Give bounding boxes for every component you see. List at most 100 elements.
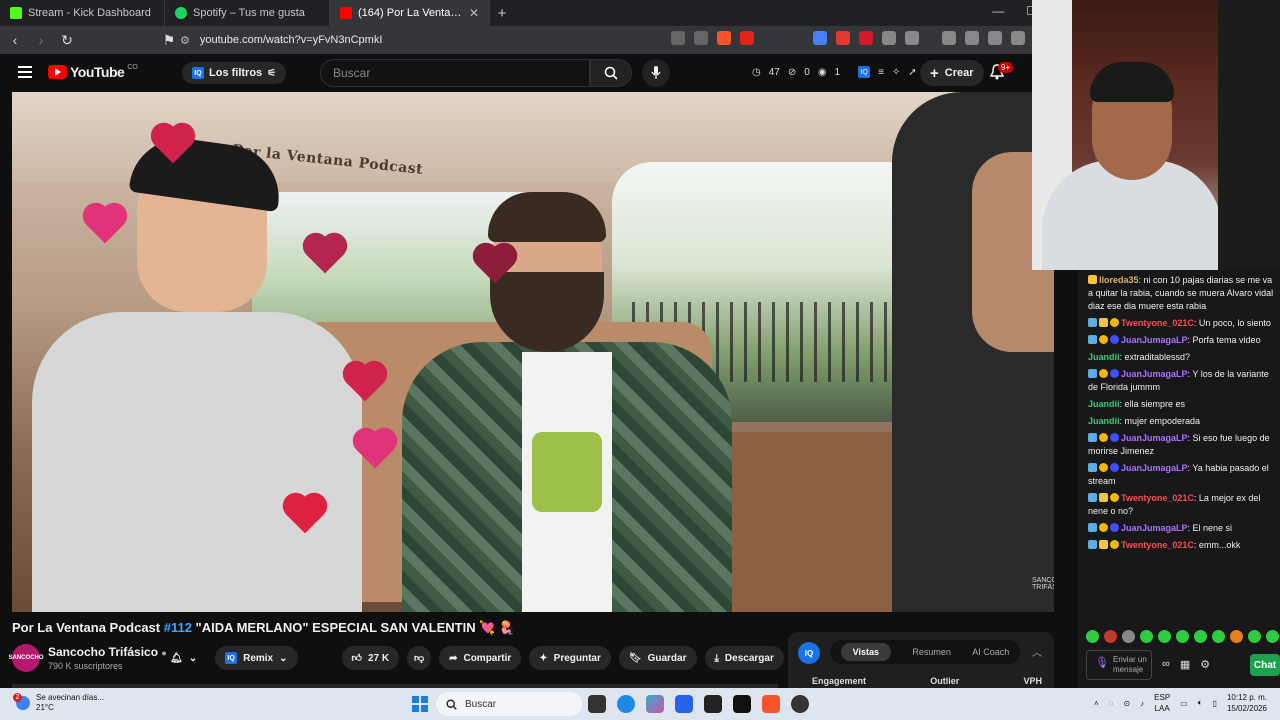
channel-name[interactable]: Sancocho Trifásico ● (48, 645, 167, 659)
chat-send-button[interactable]: Chat (1250, 654, 1280, 676)
emote-icon[interactable] (1194, 630, 1207, 643)
wifi-icon[interactable]: ◌ (1109, 699, 1114, 708)
mic-icon[interactable]: 🎙︎ (1095, 658, 1109, 669)
chat-username[interactable]: JuanJumagaLP (1121, 523, 1188, 533)
ask-button[interactable]: ✦ Preguntar (529, 646, 611, 670)
tab-vistas[interactable]: Vistas (840, 643, 892, 661)
emote-icon[interactable] (1104, 630, 1117, 643)
dislike-button[interactable]: 👎︎ (407, 646, 432, 670)
mic-icon[interactable]: ♪ (1140, 699, 1144, 708)
list-icon[interactable]: ≡ (878, 67, 884, 78)
chat-username[interactable]: JuanJumagaLP (1121, 369, 1188, 379)
site-info-icon[interactable]: ⚙ (180, 34, 190, 47)
voice-search-button[interactable] (642, 59, 670, 87)
edge-icon[interactable] (617, 695, 635, 713)
chat-username[interactable]: Twentyone_021C (1121, 540, 1194, 550)
infinity-icon[interactable]: ∞ (1162, 658, 1170, 671)
weather-widget[interactable]: 2 Se avecinan días... 21°C (13, 693, 104, 713)
share-icon[interactable] (694, 31, 708, 45)
brave-icon[interactable] (762, 695, 780, 713)
download-button[interactable]: ⤓ Descargar (704, 646, 784, 670)
chat-username[interactable]: Juandii (1088, 399, 1120, 409)
clock[interactable]: 10:12 p. m. 15/02/2026 (1227, 692, 1267, 714)
music-icon[interactable] (942, 31, 956, 45)
reload-icon[interactable]: ↻ (60, 32, 74, 49)
chat-username[interactable]: Juandii (1088, 416, 1120, 426)
chat-username[interactable]: Juandii (1088, 352, 1120, 362)
chat-input[interactable]: 🎙︎ Enviar un mensaje (1086, 650, 1152, 680)
chevron-up-icon[interactable]: ˄ (1094, 699, 1099, 708)
store-icon[interactable]: ▦ (1180, 658, 1190, 671)
chat-username[interactable]: lloreda35 (1099, 275, 1139, 285)
emote-icon[interactable] (1230, 630, 1243, 643)
chat-username[interactable]: Twentyone_021C (1121, 493, 1194, 503)
emote-icon[interactable] (1122, 630, 1135, 643)
obs-icon[interactable] (791, 695, 809, 713)
wallet-icon[interactable] (988, 31, 1002, 45)
subscribed-bell-button[interactable]: 🔔︎ ⌄ (160, 646, 207, 670)
settings-icon[interactable]: ⚙ (1200, 658, 1210, 671)
brave-shield-icon[interactable] (717, 31, 731, 45)
page-scrollbar[interactable] (1054, 270, 1078, 688)
youtube-logo[interactable]: YouTube CO (48, 64, 138, 80)
puzzle-icon[interactable] (882, 31, 896, 45)
chat-username[interactable]: JuanJumagaLP (1121, 433, 1188, 443)
terminal-icon[interactable] (704, 695, 722, 713)
tab-search-icon[interactable] (905, 31, 919, 45)
tab-resumen[interactable]: Resumen (912, 647, 951, 657)
tab-youtube[interactable]: (164) Por La Ventana Podcast ✕ (330, 0, 490, 26)
bulb-icon[interactable]: ✧ (892, 67, 900, 78)
display-icon[interactable]: ▭ (1180, 699, 1188, 708)
taskbar-search[interactable]: Buscar (436, 692, 582, 716)
chat-username[interactable]: Twentyone_021C (1121, 318, 1194, 328)
video-player[interactable]: Por la Ventana Podcast SANCOCHO TRIFÁSIC… (12, 92, 1054, 612)
remix-button[interactable]: IQ Remix ⌄ (215, 646, 298, 670)
minimize-icon[interactable]: — (992, 4, 1004, 18)
forward-icon[interactable]: › (34, 32, 48, 48)
emote-icon[interactable] (1212, 630, 1225, 643)
title-hashtag[interactable]: #112 (164, 620, 192, 635)
create-button[interactable]: + Crear (920, 60, 984, 86)
emote-icon[interactable] (1158, 630, 1171, 643)
file-explorer-icon[interactable] (588, 695, 606, 713)
emote-icon[interactable] (1140, 630, 1153, 643)
tab-kick[interactable]: Stream - Kick Dashboard (0, 0, 165, 26)
channel-avatar[interactable]: SANCOCHO (9, 644, 44, 672)
emote-icon[interactable] (1176, 630, 1189, 643)
filters-button[interactable]: IQ Los filtros ⚟ (182, 62, 287, 84)
brave-rewards-icon[interactable] (740, 31, 754, 45)
tab-ai-coach[interactable]: AI Coach (972, 647, 1009, 657)
extension-m-icon[interactable] (859, 31, 873, 45)
start-button[interactable] (412, 696, 428, 712)
search-input[interactable]: Buscar (320, 59, 590, 87)
speaker-icon[interactable]: 🔈︎ (1198, 698, 1203, 708)
search-button[interactable] (590, 59, 632, 87)
chevron-up-icon[interactable]: ︿ (1032, 644, 1042, 659)
rocket-icon[interactable]: ➚ (908, 67, 916, 78)
emote-icon[interactable] (1248, 630, 1261, 643)
chat-username[interactable]: JuanJumagaLP (1121, 335, 1188, 345)
language-indicator[interactable]: ESP LAA (1154, 692, 1170, 714)
iq-icon[interactable]: IQ (858, 66, 871, 78)
tab-spotify[interactable]: Spotify – Tus me gusta (165, 0, 330, 26)
sidebar-icon[interactable] (965, 31, 979, 45)
like-button[interactable]: 👍︎ 27 K (341, 646, 400, 670)
store-icon[interactable] (675, 695, 693, 713)
save-button[interactable]: 🔖︎ Guardar (618, 646, 697, 670)
emote-icon[interactable] (1086, 630, 1099, 643)
menu-icon[interactable] (18, 66, 32, 78)
install-icon[interactable] (671, 31, 685, 45)
leo-icon[interactable] (1011, 31, 1025, 45)
emote-icon[interactable] (1266, 630, 1279, 643)
translate-icon[interactable] (813, 31, 827, 45)
bookmark-icon[interactable]: ⚑ (162, 32, 176, 49)
battery-icon[interactable]: ▯ (1213, 699, 1217, 708)
extension-red-icon[interactable] (836, 31, 850, 45)
volume-icon[interactable]: ⊙ (1123, 699, 1130, 708)
chat-username[interactable]: JuanJumagaLP (1121, 463, 1188, 473)
copilot-icon[interactable] (646, 695, 664, 713)
new-tab-button[interactable]: + (490, 5, 514, 22)
app-icon[interactable] (733, 695, 751, 713)
close-tab-icon[interactable]: ✕ (469, 6, 479, 20)
share-button[interactable]: ➦ Compartir (439, 646, 522, 670)
